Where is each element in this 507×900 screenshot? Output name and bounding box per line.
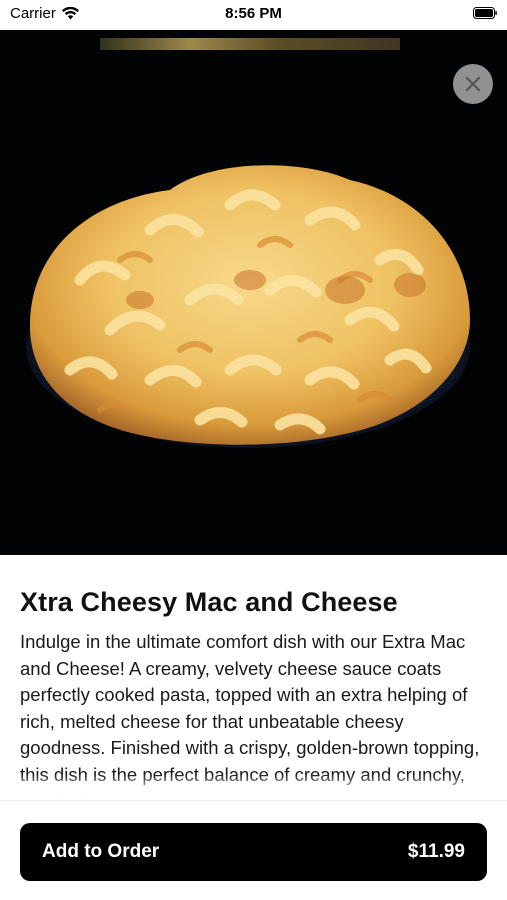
mac-and-cheese-photo (26, 38, 471, 448)
item-detail-screen: Carrier 8:56 PM Xtra Cheesy Mac and Chee… (0, 0, 507, 900)
scroll-fade (0, 774, 507, 800)
hero-image-area (0, 30, 507, 555)
item-title: Xtra Cheesy Mac and Cheese (20, 587, 398, 617)
add-to-order-button[interactable]: Add to Order $11.99 (20, 823, 487, 881)
close-icon (465, 76, 481, 92)
bottom-bar: Add to Order $11.99 (0, 800, 507, 900)
battery-icon (473, 7, 497, 19)
add-to-order-label: Add to Order (42, 841, 160, 862)
item-details: Xtra Cheesy Mac and Cheese Indulge in th… (0, 555, 507, 800)
item-price: $11.99 (407, 841, 465, 862)
clock: 8:56 PM (225, 5, 282, 22)
close-button[interactable] (453, 64, 493, 104)
status-bar: Carrier 8:56 PM (0, 0, 507, 30)
